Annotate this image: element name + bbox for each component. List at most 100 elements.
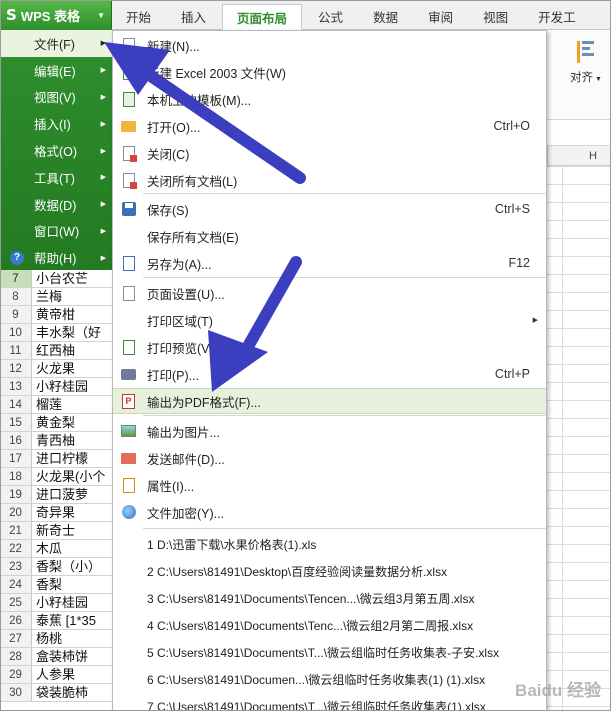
tab-7[interactable]: 开发工: [524, 3, 590, 29]
main-menu-item-8[interactable]: ? 帮助(H) ▶: [0, 244, 112, 271]
file-menu-label: 关闭所有文档(L): [147, 174, 238, 189]
file-menu-item-3[interactable]: 打开(O)... Ctrl+O: [113, 113, 546, 139]
wps-menu-button[interactable]: S WPS 表格 ▼: [0, 0, 112, 30]
row-number[interactable]: 16: [0, 432, 32, 449]
tab-6[interactable]: 视图: [469, 3, 522, 29]
file-menu-label: 输出为图片...: [147, 425, 220, 440]
row-number[interactable]: 30: [0, 684, 32, 701]
recent-file-item[interactable]: 3 C:\Users\81491\Documents\Tencen...\微云组…: [147, 590, 474, 607]
row-number[interactable]: 19: [0, 486, 32, 503]
table-cell[interactable]: 火龙果(小个: [32, 468, 112, 485]
main-menu-item-7[interactable]: 窗口(W) ▶: [0, 218, 112, 245]
file-menu-item-6[interactable]: 保存(S) Ctrl+S: [113, 196, 546, 222]
file-menu-item-0[interactable]: 新建(N)...: [113, 32, 546, 58]
file-menu-item-10[interactable]: 打印区域(T) ▶: [113, 307, 546, 333]
file-menu-item-14[interactable]: 输出为图片...: [113, 418, 546, 444]
row-number[interactable]: 25: [0, 594, 32, 611]
row-number[interactable]: 12: [0, 360, 32, 377]
row-number[interactable]: 9: [0, 306, 32, 323]
file-menu-item-9[interactable]: 页面设置(U)...: [113, 280, 546, 306]
recent-file-item[interactable]: 6 C:\Users\81491\Documen...\微云组临时任务收集表(1…: [147, 671, 485, 688]
table-cell[interactable]: 黄金梨: [32, 414, 112, 431]
table-cell[interactable]: 袋装脆柿: [32, 684, 112, 701]
sheet-grid[interactable]: [547, 166, 611, 711]
row-number[interactable]: 29: [0, 666, 32, 683]
row-number[interactable]: 20: [0, 504, 32, 521]
row-number[interactable]: 13: [0, 378, 32, 395]
row-number[interactable]: 10: [0, 324, 32, 341]
table-cell[interactable]: 新奇士: [32, 522, 112, 539]
row-number[interactable]: 15: [0, 414, 32, 431]
row-number[interactable]: 21: [0, 522, 32, 539]
recent-file-item[interactable]: 2 C:\Users\81491\Desktop\百度经验阅读量数据分析.xls…: [147, 563, 447, 580]
table-cell[interactable]: 青西柚: [32, 432, 112, 449]
tab-3[interactable]: 公式: [304, 3, 357, 29]
tab-0[interactable]: 开始: [112, 3, 165, 29]
row-number[interactable]: 24: [0, 576, 32, 593]
row-number[interactable]: 22: [0, 540, 32, 557]
file-menu-item-5[interactable]: 关闭所有文档(L): [113, 167, 546, 193]
column-header-h[interactable]: H: [547, 146, 611, 166]
table-cell[interactable]: 小籽桂园: [32, 594, 112, 611]
recent-file-item[interactable]: 1 D:\迅雷下载\水果价格表(1).xls: [147, 536, 316, 553]
row-number[interactable]: 8: [0, 288, 32, 305]
table-cell[interactable]: 兰梅: [32, 288, 112, 305]
file-menu-item-16[interactable]: 属性(I)...: [113, 472, 546, 498]
file-menu-label: 保存(S): [147, 203, 189, 218]
table-cell[interactable]: 丰水梨（好: [32, 324, 112, 341]
table-cell[interactable]: 红西柚: [32, 342, 112, 359]
table-cell[interactable]: 榴莲: [32, 396, 112, 413]
table-cell[interactable]: 奇异果: [32, 504, 112, 521]
table-cell[interactable]: 黄帝柑: [32, 306, 112, 323]
file-menu-item-12[interactable]: 打印(P)... Ctrl+P: [113, 361, 546, 387]
table-cell[interactable]: 人参果: [32, 666, 112, 683]
tab-5[interactable]: 审阅: [414, 3, 467, 29]
table-cell[interactable]: 小台农芒: [32, 270, 112, 287]
main-menu-item-2[interactable]: 视图(V) ▶: [0, 84, 112, 111]
main-menu-item-4[interactable]: 格式(O) ▶: [0, 137, 112, 164]
row-number[interactable]: 28: [0, 648, 32, 665]
row-number[interactable]: 7: [0, 270, 32, 287]
file-menu-label: 新建(N)...: [147, 39, 200, 54]
main-menu-item-0[interactable]: 文件(F) ▶: [0, 30, 112, 57]
recent-file-item[interactable]: 4 C:\Users\81491\Documents\Tenc...\微云组2月…: [147, 617, 473, 634]
table-row: 12 火龙果: [0, 360, 112, 378]
tab-2[interactable]: 页面布局: [222, 4, 303, 30]
table-cell[interactable]: 木瓜: [32, 540, 112, 557]
file-menu-item-2[interactable]: 本机上的模板(M)...: [113, 86, 546, 112]
main-menu-item-5[interactable]: 工具(T) ▶: [0, 164, 112, 191]
file-menu-item-1[interactable]: 新建 Excel 2003 文件(W): [113, 59, 546, 85]
file-menu-item-7[interactable]: 保存所有文档(E): [113, 223, 546, 249]
tab-4[interactable]: 数据: [359, 3, 412, 29]
row-number[interactable]: 18: [0, 468, 32, 485]
row-number[interactable]: 17: [0, 450, 32, 467]
row-number[interactable]: 14: [0, 396, 32, 413]
main-menu-item-1[interactable]: 编辑(E) ▶: [0, 57, 112, 84]
table-cell[interactable]: 香梨（小）: [32, 558, 112, 575]
file-menu-item-13[interactable]: P 输出为PDF格式(F)...: [113, 388, 546, 414]
table-row: 24 香梨: [0, 576, 112, 594]
table-cell[interactable]: 小籽桂园: [32, 378, 112, 395]
file-menu-item-11[interactable]: 打印预览(V): [113, 334, 546, 360]
file-menu-item-17[interactable]: 文件加密(Y)...: [113, 499, 546, 525]
table-cell[interactable]: 盒装柿饼: [32, 648, 112, 665]
tab-1[interactable]: 插入: [167, 3, 220, 29]
table-cell[interactable]: 杨桃: [32, 630, 112, 647]
row-number[interactable]: 26: [0, 612, 32, 629]
main-menu-item-3[interactable]: 插入(I) ▶: [0, 110, 112, 137]
file-menu-item-4[interactable]: 关闭(C): [113, 140, 546, 166]
recent-file-item[interactable]: 7 C:\Users\81491\Documents\T...\微云组临时任务收…: [147, 698, 486, 711]
file-menu-item-15[interactable]: 发送邮件(D)...: [113, 445, 546, 471]
table-cell[interactable]: 进口柠檬: [32, 450, 112, 467]
recent-file-item[interactable]: 5 C:\Users\81491\Documents\T...\微云组临时任务收…: [147, 644, 499, 661]
align-button[interactable]: 对齐 ▼: [567, 38, 605, 85]
table-cell[interactable]: 进口菠萝: [32, 486, 112, 503]
main-menu-item-6[interactable]: 数据(D) ▶: [0, 191, 112, 218]
row-number[interactable]: 11: [0, 342, 32, 359]
row-number[interactable]: 23: [0, 558, 32, 575]
table-cell[interactable]: 火龙果: [32, 360, 112, 377]
table-cell[interactable]: 泰蕉 [1*35: [32, 612, 112, 629]
file-menu-item-8[interactable]: 另存为(A)... F12: [113, 250, 546, 276]
row-number[interactable]: 27: [0, 630, 32, 647]
table-cell[interactable]: 香梨: [32, 576, 112, 593]
